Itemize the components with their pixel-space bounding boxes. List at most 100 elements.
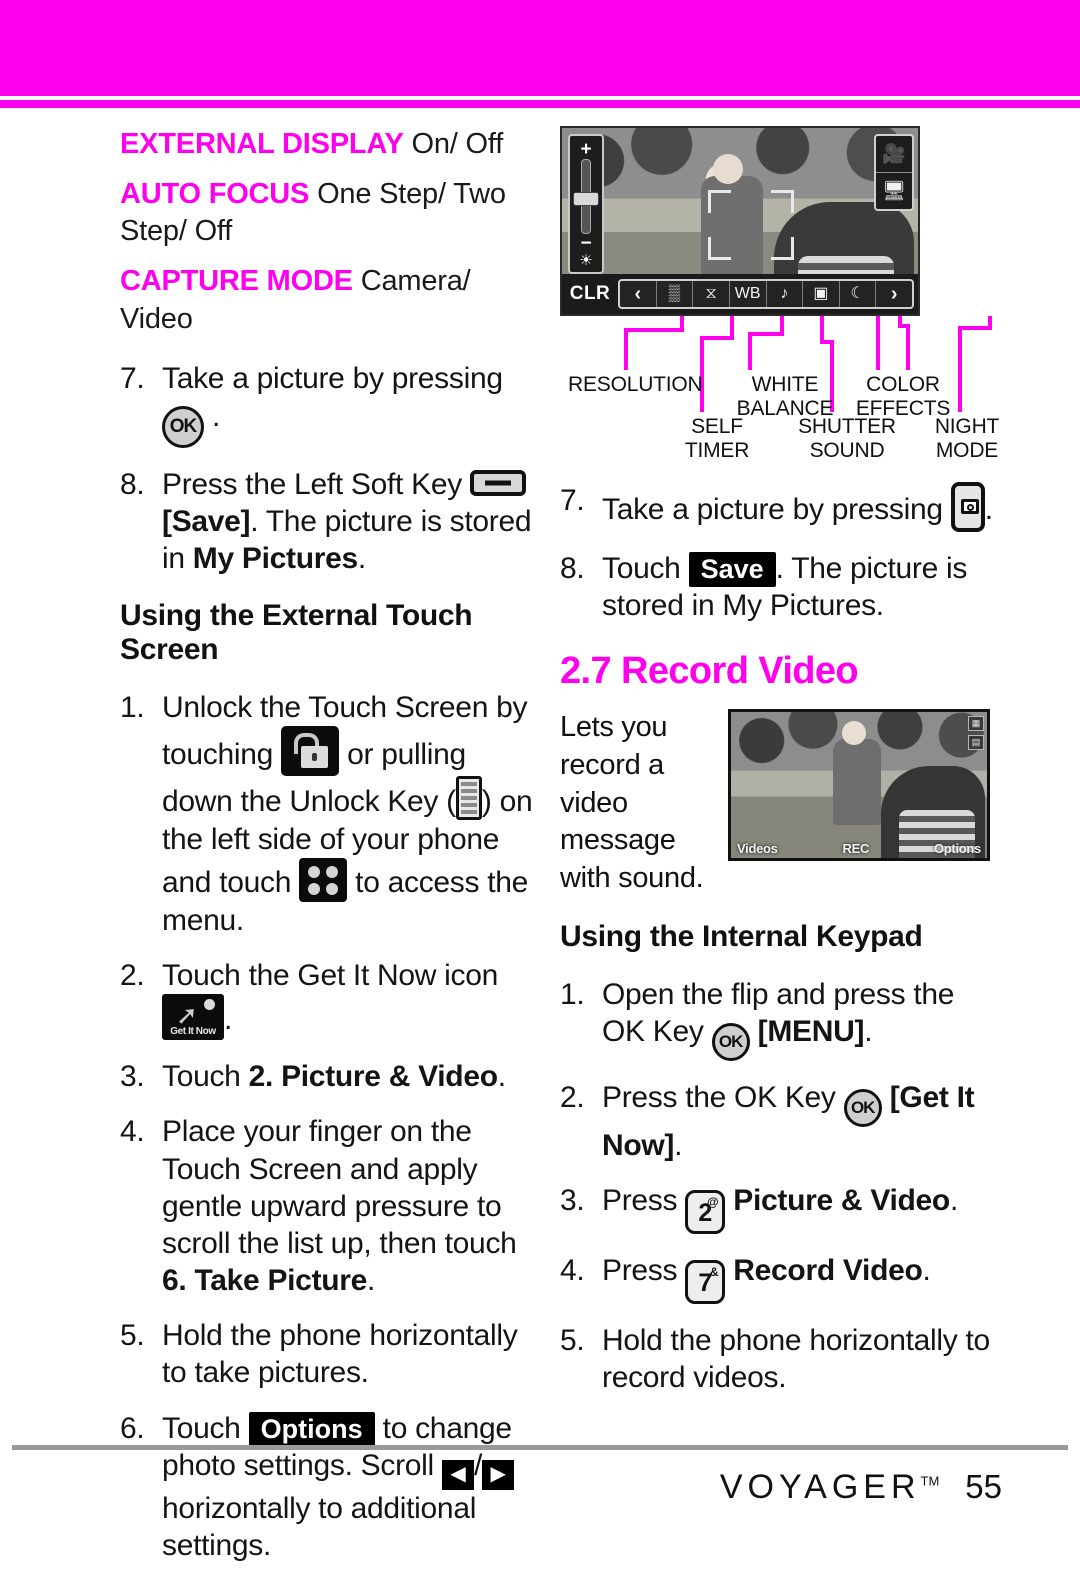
step-text-b: . (984, 493, 993, 526)
step-text-a: Press the OK Key (602, 1081, 836, 1114)
page-footer: VOYAGERTM 55 (720, 1468, 1002, 1507)
record-video-intro: Lets you record a video message with sou… (560, 709, 1000, 897)
video-badge-2: ▤ (967, 735, 984, 751)
left-soft-key-icon (469, 469, 526, 496)
step-number: 6. (120, 1411, 145, 1445)
video-badge-1: ▦ (967, 716, 984, 732)
setting-name: AUTO FOCUS (120, 177, 310, 210)
keypad-key-7-icon: 7 & (685, 1260, 726, 1305)
camcorder-icon[interactable]: 🎥 (876, 136, 912, 172)
callout-shutter-sound-line2: SOUND (809, 439, 885, 462)
clr-button[interactable]: CLR (562, 283, 618, 305)
step-text-b: . (864, 1015, 873, 1048)
prev-arrow-icon[interactable]: ‹ (620, 281, 656, 307)
step-bold: Picture & Video (733, 1184, 950, 1218)
footer-rule (12, 1445, 1068, 1450)
callout-night-mode-line1: NIGHT (934, 415, 1000, 438)
zoom-out-icon[interactable]: − (580, 234, 591, 253)
video-right-soft-key[interactable]: Options (934, 841, 981, 856)
setting-values: On/ Off (411, 128, 504, 160)
camera-mode-buttons[interactable]: 🎥 🖥 (874, 134, 914, 211)
video-center-soft-key[interactable]: REC (843, 841, 870, 856)
step-touch-get-it-now: 2. Touch the Get It Now icon ➚ Get It Now… (120, 957, 540, 1041)
header-rule (0, 100, 1080, 108)
step-number: 2. (120, 958, 145, 992)
step-number: 2. (560, 1081, 585, 1114)
step-press-left-soft-key: 8. Press the Left Soft Key [Save]. The p… (120, 466, 540, 578)
step-number: 3. (120, 1060, 145, 1094)
step-text: Press the Left Soft Key (162, 467, 462, 501)
color-effects-icon[interactable]: ▣ (802, 281, 839, 307)
step-bold-my-pictures: My Pictures (192, 542, 358, 575)
step-text-c: horizontally to additional settings. (162, 1491, 477, 1562)
step-bold: Record Video (733, 1254, 923, 1288)
step-touch-picture-video: 3. Touch 2. Picture & Video. (120, 1058, 540, 1095)
slider-track[interactable] (573, 159, 599, 234)
setting-capture-mode: CAPTURE MODE Camera/ Video (120, 263, 540, 338)
step-text-a: Unlock the Touch Screen by touching (162, 691, 528, 772)
record-video-description: Lets you record a video message with sou… (560, 711, 704, 895)
step-number: 5. (560, 1324, 585, 1358)
subhead-internal-keypad: Using the Internal Keypad (560, 919, 923, 953)
step-text-b: . (367, 1264, 376, 1298)
save-chip[interactable]: Save (688, 552, 776, 587)
camera-preview-screenshot: + − ☀ 🎥 🖥 CLR ‹ ▒ ⧖ WB ♪ ▣ ☾ › (560, 126, 920, 316)
setting-name: EXTERNAL DISPLAY (120, 128, 404, 160)
brand-name: VOYAGER (719, 1468, 921, 1506)
header-band (0, 0, 1080, 96)
ok-key-icon: OK (843, 1089, 882, 1127)
padlock-unlock-icon (281, 726, 340, 777)
menu-grid-icon (299, 857, 348, 902)
scroll-right-arrow-icon[interactable]: ▶ (481, 1459, 514, 1490)
options-chip[interactable]: Options (248, 1411, 375, 1447)
video-status-badges: ▦ ▤ (967, 716, 984, 751)
callout-resolution: RESOLUTION (568, 373, 703, 396)
step-text-a: Place your finger on the Touch Screen an… (162, 1115, 517, 1260)
step-take-picture-touch: 7. Take a picture by pressing . (560, 482, 1000, 532)
step-text-a: Hold the phone horizontally to record vi… (602, 1324, 990, 1395)
video-soft-key-bar[interactable]: Videos REC Options (731, 841, 987, 856)
video-left-soft-key[interactable]: Videos (737, 841, 778, 856)
zoom-in-icon[interactable]: + (580, 140, 591, 159)
step-number: 4. (560, 1254, 585, 1288)
slider-knob[interactable] (573, 192, 599, 206)
step-press-ok-get-it-now: 2. Press the OK Key OK [Get It Now]. (560, 1079, 1000, 1164)
step-text-a: Take a picture by pressing (602, 493, 943, 526)
next-arrow-icon[interactable]: › (875, 281, 912, 307)
setting-auto-focus: AUTO FOCUS One Step/ Two Step/ Off (120, 176, 540, 251)
step-number: 5. (120, 1319, 145, 1353)
step-text-b: . (674, 1129, 683, 1162)
camera-toolbar[interactable]: CLR ‹ ▒ ⧖ WB ♪ ▣ ☾ › (562, 274, 918, 314)
callout-color-effects-line1: COLOR (866, 373, 940, 396)
step-touch-options: 6. Touch Options to change photo setting… (120, 1410, 540, 1565)
step-number: 7. (120, 362, 145, 396)
display-icon[interactable]: 🖥 (876, 172, 912, 209)
step-text-a: Hold the phone horizontally to take pict… (162, 1319, 518, 1390)
step-bold-menu: [MENU] (757, 1015, 865, 1048)
setting-name: CAPTURE MODE (120, 265, 353, 298)
step-number: 8. (560, 552, 585, 585)
step-open-flip-menu: 1. Open the flip and press the OK Key OK… (560, 976, 1000, 1061)
step-number: 8. (120, 467, 145, 501)
step-text-b: . (224, 1003, 233, 1037)
step-bold: 6. Take Picture (162, 1264, 368, 1298)
step-bold-save: [Save] (162, 504, 251, 538)
scroll-left-arrow-icon[interactable]: ◀ (441, 1459, 474, 1490)
shutter-sound-icon[interactable]: ♪ (765, 281, 803, 307)
step-text-end: . (357, 542, 366, 575)
step-text-a: Touch the Get It Now icon (162, 958, 499, 992)
page-number: 55 (965, 1468, 1002, 1505)
brightness-icon[interactable]: ☀ (579, 253, 592, 268)
white-balance-icon[interactable]: WB (728, 281, 766, 307)
zoom-brightness-slider[interactable]: + − ☀ (568, 134, 604, 274)
camera-toolbar-items[interactable]: ‹ ▒ ⧖ WB ♪ ▣ ☾ › (618, 279, 914, 309)
night-mode-icon[interactable]: ☾ (838, 281, 876, 307)
step-hold-phone-record: 5. Hold the phone horizontally to record… (560, 1322, 1000, 1396)
step-bold: 2. Picture & Video (248, 1060, 498, 1094)
key-superscript: @ (706, 1195, 719, 1210)
focus-brackets (708, 190, 794, 260)
step-hold-phone-horizontally: 5. Hold the phone horizontally to take p… (120, 1317, 540, 1391)
resolution-grid-icon[interactable]: ▒ (655, 281, 693, 307)
video-recording-screenshot: ▦ ▤ Videos REC Options (728, 709, 990, 862)
self-timer-icon[interactable]: ⧖ (692, 281, 729, 307)
